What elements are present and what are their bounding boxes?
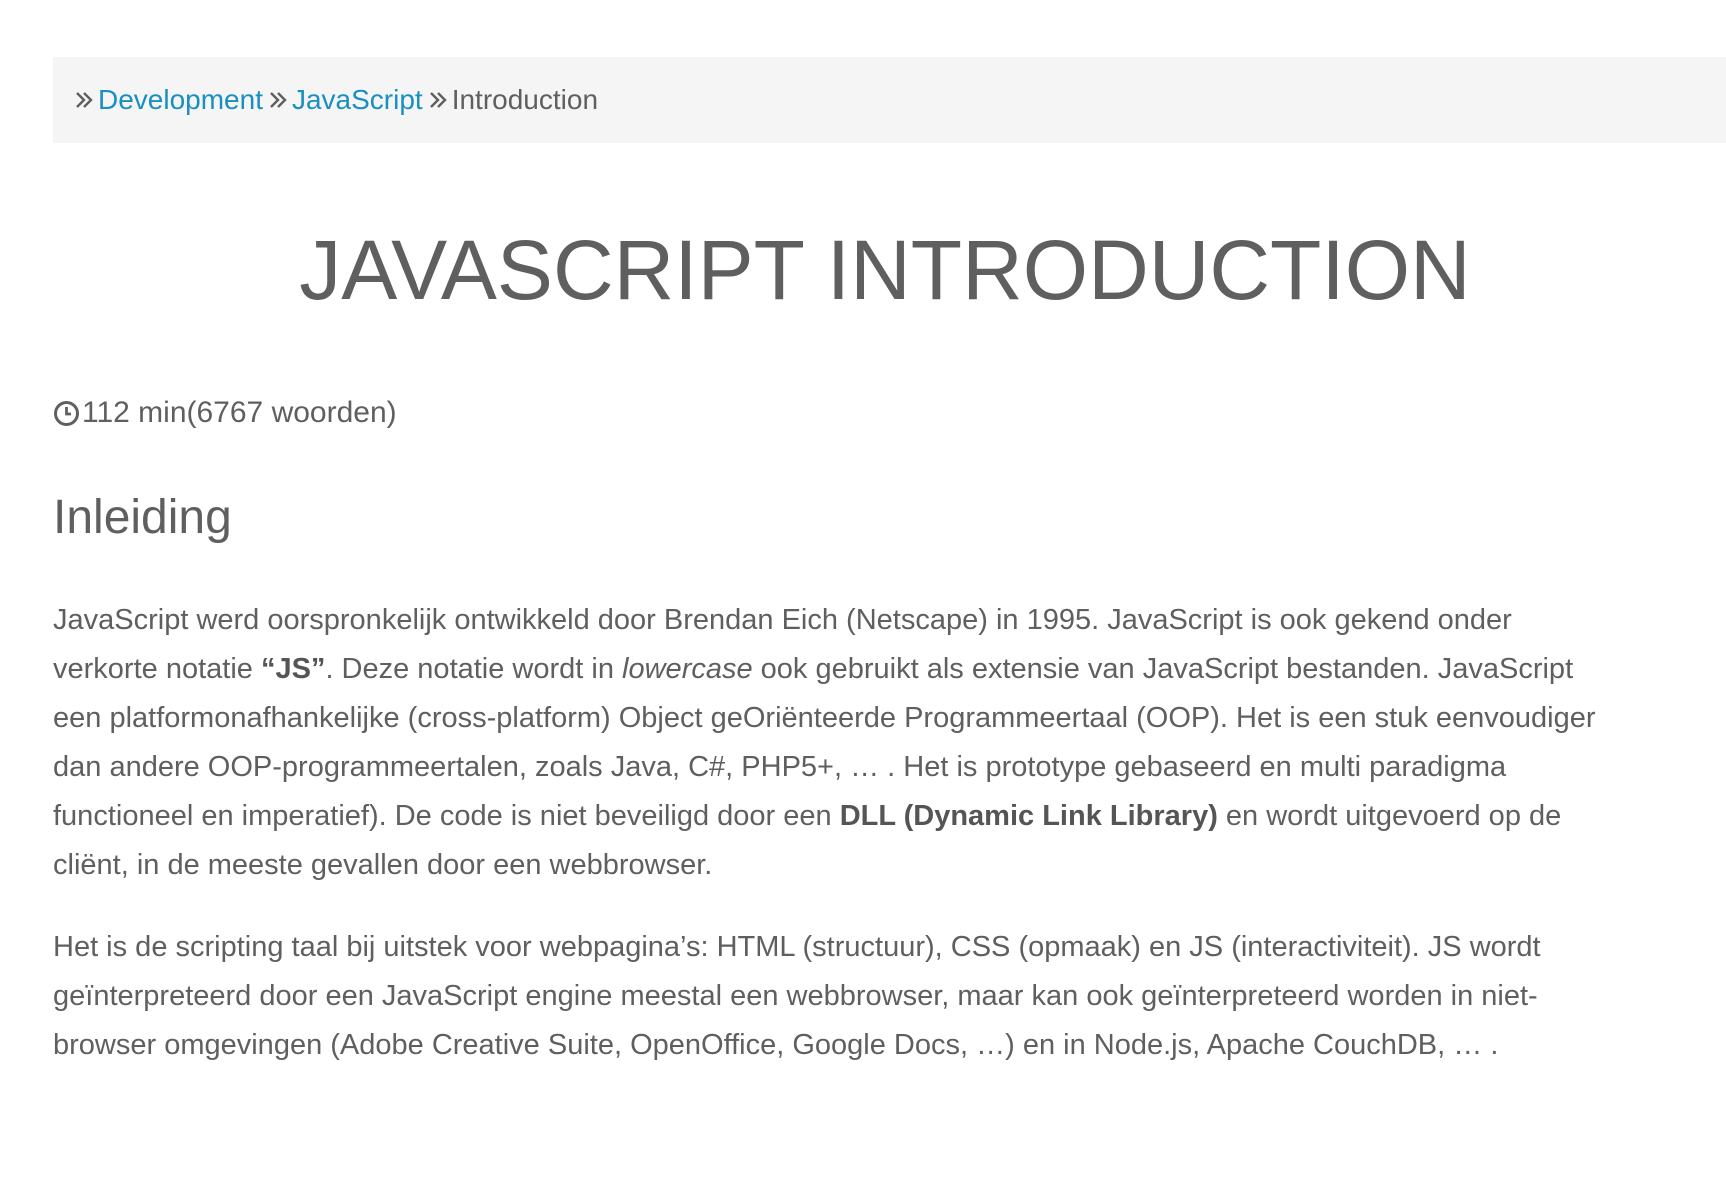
paragraph-line: Het is de scripting taal bij uitstek voo… (53, 931, 1541, 963)
breadcrumb-link-javascript[interactable]: JavaScript (292, 84, 423, 116)
breadcrumb-link-development[interactable]: Development (98, 84, 263, 116)
reading-time-text: 112 min(6767 woorden) (82, 396, 397, 429)
paragraph-line: cliënt, in de meeste gevallen door een w… (53, 849, 713, 881)
text-run: . Deze notatie wordt in (325, 653, 623, 685)
paragraph-line: functioneel en imperatief). De code is n… (53, 792, 1726, 841)
text-run: verkorte notatie (53, 653, 261, 685)
paragraph-line: dan andere OOP-programmeertalen, zoals J… (53, 751, 1507, 783)
paragraph-line: JavaScript werd oorspronkelijk ontwikkel… (53, 604, 1512, 636)
paragraph: Het is de scripting taal bij uitstek voo… (53, 923, 1726, 1070)
paragraph-line: een platformonafhankelijke (cross-platfo… (53, 702, 1596, 734)
breadcrumb-current: Introduction (451, 84, 599, 115)
bold-text: “JS” (260, 653, 326, 685)
paragraph: JavaScript werd oorspronkelijk ontwikkel… (53, 596, 1726, 890)
page-title: JAVASCRIPT INTRODUCTION (299, 223, 1471, 317)
paragraph-line: verkorte notatie “JS”. Deze notatie word… (53, 645, 1726, 694)
clock-icon (53, 400, 80, 427)
bold-text: DLL (Dynamic Link Library) (839, 800, 1218, 832)
paragraph-line: browser omgevingen (Adobe Creative Suite… (53, 1029, 1499, 1061)
double-chevron-right-icon (268, 90, 290, 110)
section-heading: Inleiding (53, 491, 232, 544)
reading-time: 112 min(6767 woorden) (53, 396, 397, 430)
paragraph-line: geïnterpreteerd door een JavaScript engi… (53, 980, 1538, 1012)
text-run: ook gebruikt als extensie van JavaScript… (752, 653, 1574, 685)
breadcrumb: Development JavaScript Introduction (53, 57, 1726, 143)
italic-text: lowercase (622, 653, 753, 685)
double-chevron-right-icon (428, 90, 450, 110)
double-chevron-right-icon (74, 90, 96, 110)
text-run: en wordt uitgevoerd op de (1217, 800, 1562, 832)
text-run: functioneel en imperatief). De code is n… (53, 800, 840, 832)
article-content: JavaScript werd oorspronkelijk ontwikkel… (53, 596, 1726, 1103)
